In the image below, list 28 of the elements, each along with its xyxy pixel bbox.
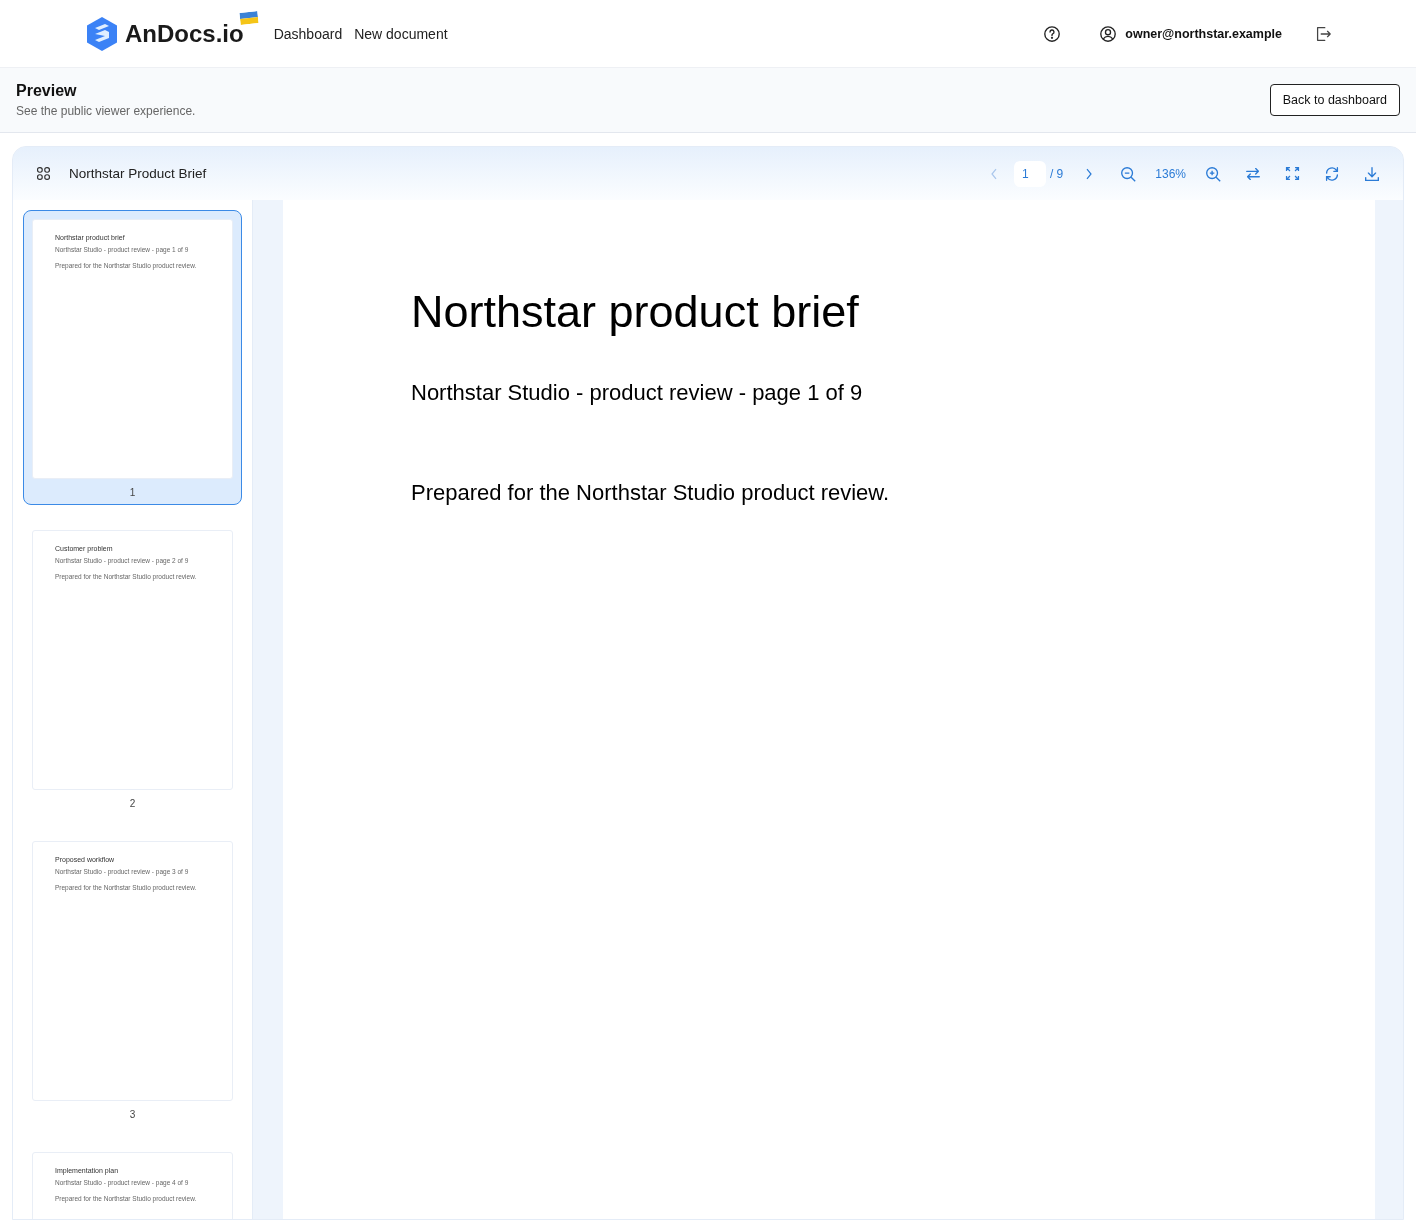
thumbnail-number: 2 — [128, 798, 137, 809]
document-subtitle: Northstar Studio - product review - page 1 of 9 — [411, 380, 864, 406]
refresh-icon[interactable] — [1323, 164, 1341, 183]
download-icon[interactable] — [1363, 164, 1381, 183]
zoom-in-icon[interactable] — [1204, 164, 1222, 183]
fullscreen-icon[interactable] — [1284, 165, 1301, 182]
help-icon[interactable] — [1043, 24, 1062, 43]
brand-name[interactable]: AnDocs.io — [125, 19, 244, 48]
grid-icon[interactable] — [35, 165, 52, 182]
document-title: Northstar Product Brief — [69, 166, 207, 181]
thumbnail-number: 1 — [128, 487, 137, 498]
zoom-level: 136% — [1155, 166, 1186, 181]
nav-link[interactable]: New document — [354, 25, 448, 42]
zoom-out-icon[interactable] — [1119, 164, 1138, 183]
document-heading: Northstar product brief — [411, 286, 860, 338]
back-button[interactable]: Back to dashboard — [1269, 84, 1400, 116]
document-text: Prepared for the Northstar Studio product review. — [411, 480, 891, 506]
flag-icon — [239, 10, 259, 25]
user-icon — [1099, 24, 1118, 43]
logo-icon — [86, 15, 118, 52]
thumbnail-number: 3 — [128, 1109, 137, 1120]
page-total: / 9 — [1049, 166, 1064, 181]
logout-icon[interactable] — [1314, 24, 1332, 43]
page-number-field[interactable]: 1 — [1013, 160, 1046, 187]
user-email[interactable]: owner@northstar.example — [1125, 26, 1282, 41]
nav-link[interactable]: Dashboard — [273, 25, 343, 42]
page-title: Preview — [16, 82, 78, 100]
page-subtitle: See the public viewer experience. — [16, 104, 196, 118]
